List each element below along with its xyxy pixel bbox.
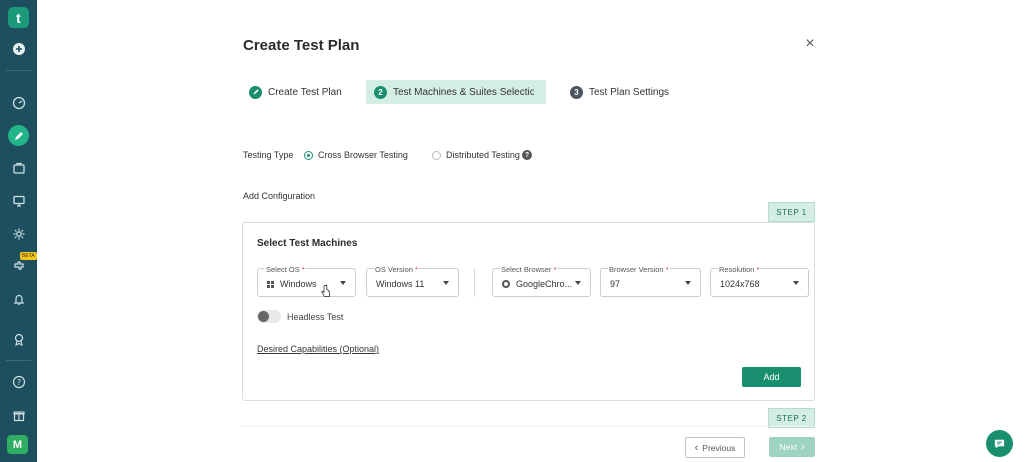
- previous-label: Previous: [702, 442, 736, 453]
- chrome-icon: [502, 280, 510, 288]
- sidebar: t BETA ? M: [0, 0, 37, 462]
- sidebar-divider: [6, 360, 31, 361]
- step-create-test-plan[interactable]: Create Test Plan: [249, 80, 342, 104]
- add-configuration-heading: Add Configuration: [243, 191, 316, 201]
- chevron-down-icon: [793, 281, 799, 285]
- field-value: 97: [610, 279, 621, 289]
- dashboard-icon[interactable]: [8, 92, 29, 113]
- add-button[interactable]: Add: [742, 367, 801, 387]
- chevron-down-icon: [443, 281, 449, 285]
- field-value: GoogleChro...: [502, 279, 572, 289]
- close-button[interactable]: ×: [803, 36, 817, 52]
- hand-cursor-icon: [321, 284, 330, 297]
- windows-icon: [267, 281, 274, 288]
- field-value: Windows 11: [376, 279, 425, 289]
- help-icon[interactable]: ?: [522, 150, 532, 160]
- step1-tag: STEP 1: [768, 202, 815, 222]
- chevron-down-icon: [685, 281, 691, 285]
- step-test-plan-settings[interactable]: 3 Test Plan Settings: [570, 80, 669, 104]
- pencil-icon: [249, 85, 262, 99]
- field-label: Select OS *: [265, 265, 306, 274]
- sidebar-divider: [6, 70, 31, 71]
- select-os-dropdown[interactable]: Select OS * Windows: [257, 265, 356, 297]
- avatar[interactable]: M: [7, 435, 28, 454]
- bell-icon[interactable]: [8, 288, 29, 309]
- radio-dot: [304, 150, 313, 160]
- os-version-dropdown[interactable]: OS Version * Windows 11: [366, 265, 459, 297]
- chevron-left-icon: ‹: [694, 441, 699, 454]
- step-number: 3: [570, 85, 583, 99]
- testing-type-label: Testing Type: [243, 150, 294, 160]
- badge-icon[interactable]: [8, 328, 29, 349]
- chevron-down-icon: [575, 281, 581, 285]
- chevron-down-icon: [340, 281, 346, 285]
- browser-version-dropdown[interactable]: Browser Version * 97: [600, 265, 701, 297]
- radio-label: Cross Browser Testing: [318, 150, 408, 160]
- field-value: Windows: [267, 279, 317, 289]
- distributed-testing-radio[interactable]: Distributed Testing: [432, 150, 520, 160]
- radio-label: Distributed Testing: [446, 150, 520, 160]
- chevron-right-icon: ›: [800, 441, 805, 453]
- card-title: Select Test Machines: [257, 238, 358, 249]
- previous-button[interactable]: ‹ Previous: [685, 437, 745, 458]
- cross-browser-radio[interactable]: Cross Browser Testing: [304, 150, 408, 160]
- headless-label: Headless Test: [287, 312, 344, 322]
- headless-toggle[interactable]: [257, 310, 281, 323]
- select-browser-dropdown[interactable]: Select Browser * GoogleChro...: [492, 265, 591, 297]
- svg-text:?: ?: [16, 378, 20, 387]
- next-label: Next: [779, 442, 797, 452]
- radio-dot: [432, 150, 441, 160]
- step-number: 2: [374, 85, 387, 99]
- step2-tag: STEP 2: [768, 408, 815, 428]
- chat-icon[interactable]: [986, 430, 1013, 457]
- step-label: Test Machines & Suites Selection: [393, 86, 541, 98]
- briefcase-icon[interactable]: [8, 157, 29, 178]
- test-machines-card: Select Test Machines Select OS * Windows…: [242, 222, 815, 401]
- desired-capabilities-link[interactable]: Desired Capabilities (Optional): [257, 344, 379, 354]
- field-label: Select Browser *: [500, 265, 558, 274]
- step-label: Test Plan Settings: [589, 86, 670, 98]
- settings-icon[interactable]: [8, 223, 29, 244]
- add-icon[interactable]: [8, 38, 29, 59]
- field-value: 1024x768: [720, 279, 760, 289]
- test-plan-icon[interactable]: [8, 125, 29, 146]
- field-label: Browser Version *: [608, 265, 670, 274]
- next-button[interactable]: Next ›: [769, 437, 815, 457]
- footer-divider: [242, 426, 815, 427]
- beta-badge: BETA: [20, 252, 37, 260]
- field-label: Resolution *: [718, 265, 761, 274]
- step-test-machines[interactable]: 2 Test Machines & Suites Selection: [366, 80, 546, 104]
- step-arrow: [534, 80, 546, 104]
- divider: [474, 268, 475, 297]
- field-label: OS Version *: [374, 265, 419, 274]
- gift-icon[interactable]: [8, 404, 29, 425]
- step-label: Create Test Plan: [268, 86, 342, 98]
- logo-icon[interactable]: t: [8, 7, 29, 28]
- monitor-icon[interactable]: [8, 190, 29, 211]
- page-title: Create Test Plan: [243, 37, 360, 54]
- help-icon[interactable]: ?: [8, 371, 29, 392]
- resolution-dropdown[interactable]: Resolution * 1024x768: [710, 265, 809, 297]
